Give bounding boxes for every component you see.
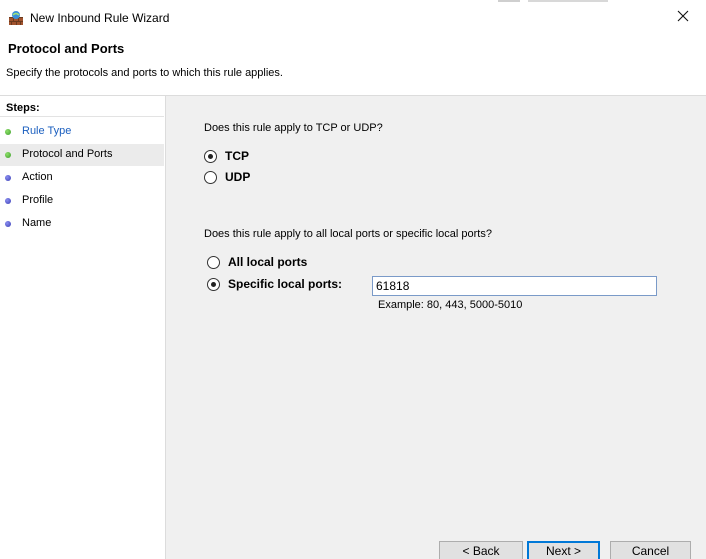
udp-radio-button[interactable] — [204, 170, 217, 184]
title-bar[interactable]: New Inbound Rule Wizard — [0, 2, 706, 32]
steps-panel: Steps: Rule Type Protocol and Ports Acti… — [0, 96, 166, 559]
udp-label: UDP — [225, 170, 251, 184]
steps-divider — [0, 116, 164, 117]
specific-local-ports-option[interactable]: Specific local ports: — [207, 277, 342, 291]
specific-local-ports-label: Specific local ports: — [228, 277, 343, 291]
next-button[interactable]: Next > — [527, 541, 600, 559]
step-pending-icon — [5, 198, 11, 204]
wizard-header: Protocol and Ports Specify the protocols… — [0, 32, 706, 96]
protocol-question: Does this rule apply to TCP or UDP? — [204, 122, 383, 134]
step-pending-icon — [5, 221, 11, 227]
tcp-radio-option[interactable]: TCP — [204, 149, 249, 163]
tcp-label: TCP — [225, 149, 249, 163]
step-complete-icon — [5, 129, 11, 135]
step-protocol-and-ports[interactable]: Protocol and Ports — [0, 144, 164, 166]
wizard-window: New Inbound Rule Wizard Protocol and Por… — [0, 0, 706, 559]
step-rule-type[interactable]: Rule Type — [0, 121, 164, 143]
step-profile[interactable]: Profile — [0, 190, 164, 212]
content-pane: Does this rule apply to TCP or UDP? TCP … — [166, 96, 706, 559]
window-title: New Inbound Rule Wizard — [30, 11, 170, 25]
page-description: Specify the protocols and ports to which… — [6, 67, 283, 79]
close-button[interactable] — [660, 2, 706, 32]
tcp-radio-button[interactable] — [204, 149, 217, 163]
close-icon — [677, 10, 689, 25]
specific-ports-input[interactable] — [372, 276, 657, 296]
all-local-ports-option[interactable]: All local ports — [207, 255, 307, 269]
all-local-ports-radio-button[interactable] — [207, 255, 220, 269]
step-label: Action — [22, 171, 53, 183]
udp-radio-option[interactable]: UDP — [204, 170, 250, 184]
cancel-button[interactable]: Cancel — [610, 541, 691, 559]
specific-local-ports-radio-button[interactable] — [207, 277, 220, 291]
firewall-wall-icon — [8, 10, 24, 26]
step-complete-icon — [5, 152, 11, 158]
step-label: Name — [22, 217, 52, 229]
step-label: Profile — [22, 194, 54, 206]
steps-title: Steps: — [6, 102, 40, 114]
step-action[interactable]: Action — [0, 167, 164, 189]
step-pending-icon — [5, 175, 11, 181]
back-button[interactable]: < Back — [439, 541, 523, 559]
step-label: Protocol and Ports — [22, 148, 113, 160]
all-local-ports-label: All local ports — [228, 255, 308, 269]
step-name[interactable]: Name — [0, 213, 164, 235]
ports-question: Does this rule apply to all local ports … — [204, 228, 492, 240]
step-label: Rule Type — [22, 125, 72, 137]
ports-example-hint: Example: 80, 443, 5000-5010 — [378, 299, 523, 311]
page-title: Protocol and Ports — [8, 41, 125, 56]
